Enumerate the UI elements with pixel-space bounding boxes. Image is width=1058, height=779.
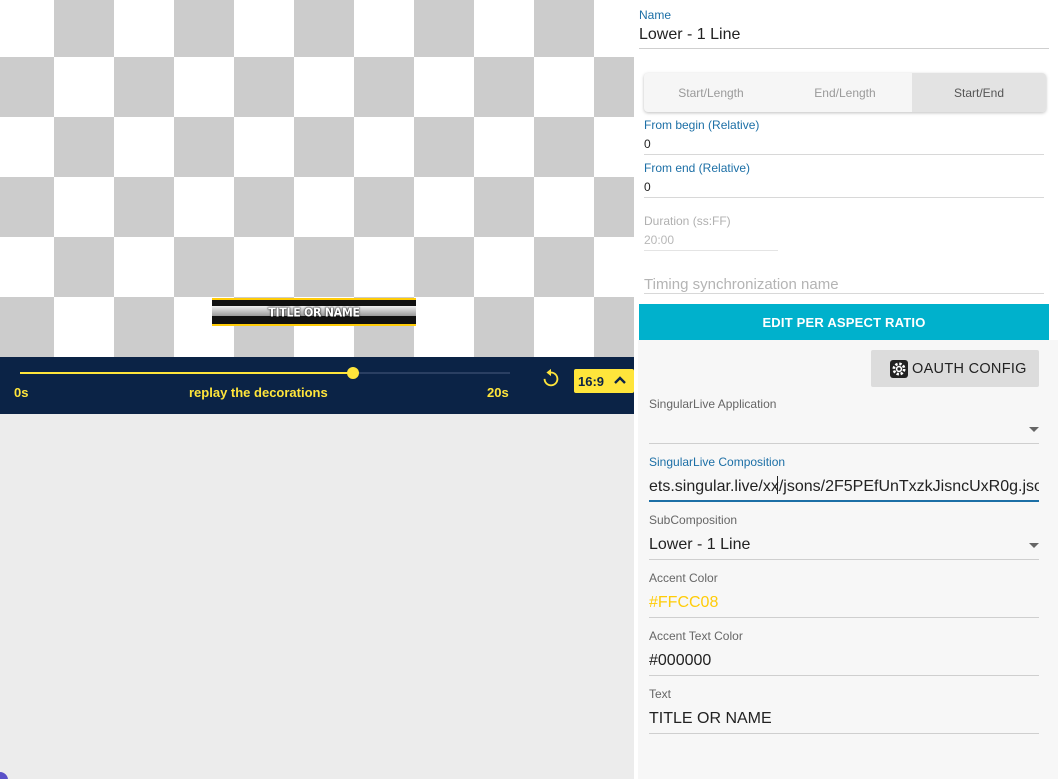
name-underline [639, 48, 1049, 49]
aspect-ratio-button[interactable]: 16:9 [574, 369, 634, 393]
timeline-progress [20, 372, 354, 374]
text-field-underline [649, 733, 1039, 734]
singular-comp-underline [649, 500, 1039, 502]
singular-config-panel: OAUTH CONFIG SingularLive Application Si… [638, 340, 1058, 779]
accent-text-color-input[interactable]: #000000 [649, 652, 1039, 670]
timeline-end-label: 20s [487, 385, 509, 400]
singular-app-underline [649, 443, 1039, 444]
dropdown-caret-icon[interactable] [1029, 427, 1039, 432]
oauth-config-label: OAUTH CONFIG [912, 360, 1027, 377]
timeline-start-label: 0s [14, 385, 29, 400]
from-begin-underline [644, 154, 1044, 155]
replay-icon[interactable] [540, 367, 562, 389]
from-end-input[interactable]: 0 [644, 180, 651, 194]
accent-text-color-label: Accent Text Color [649, 629, 743, 643]
empty-workspace [0, 414, 634, 779]
timeline-thumb[interactable] [347, 367, 360, 379]
preview-canvas: TITLE OR NAME [0, 0, 634, 357]
text-field-input[interactable]: TITLE OR NAME [649, 710, 1039, 728]
subcomp-underline [649, 559, 1039, 560]
app-root: TITLE OR NAME 0s replay the decorations … [0, 0, 1058, 779]
replay-label[interactable]: replay the decorations [189, 385, 328, 400]
timeline-track[interactable] [20, 372, 510, 374]
lower-third-graphic: TITLE OR NAME [212, 298, 416, 326]
duration-label: Duration (ss:FF) [644, 214, 731, 228]
subcomp-label: SubComposition [649, 513, 738, 527]
accent-color-label: Accent Color [649, 571, 718, 585]
singular-comp-label: SingularLive Composition [649, 455, 786, 469]
chevron-up-icon [614, 376, 626, 384]
from-end-underline [644, 197, 1044, 198]
singular-comp-input[interactable]: ets.singular.live/xx/jsons/2F5PEfUnTxzkJ… [649, 478, 1039, 496]
text-field-label: Text [649, 687, 672, 701]
from-begin-label: From begin (Relative) [644, 118, 760, 132]
tab-end-length[interactable]: End/Length [778, 73, 912, 112]
accent-color-input[interactable]: #FFCC08 [649, 594, 1039, 612]
timeline-bar: 0s replay the decorations 20s 16:9 [0, 357, 634, 414]
aspect-ratio-label: 16:9 [578, 373, 605, 389]
singular-app-label: SingularLive Application [649, 397, 777, 411]
name-input[interactable]: Lower - 1 Line [639, 26, 740, 44]
from-end-label: From end (Relative) [644, 161, 751, 175]
duration-underline [644, 250, 778, 251]
timing-sync-input[interactable]: Timing synchronization name [644, 276, 839, 293]
dropdown-caret-icon[interactable] [1029, 543, 1039, 548]
properties-panel: Name Lower - 1 Line Start/Length End/Len… [634, 0, 1058, 779]
timing-mode-toggle: Start/Length End/Length Start/End [644, 73, 1046, 112]
name-label: Name [639, 8, 672, 22]
lower-third-text: TITLE OR NAME [268, 304, 360, 320]
duration-input: 20:00 [644, 233, 675, 247]
accent-text-color-underline [649, 675, 1039, 676]
subcomp-select[interactable]: Lower - 1 Line [649, 536, 1039, 554]
edit-per-aspect-ratio-button[interactable]: EDIT PER ASPECT RATIO [639, 304, 1049, 340]
text-cursor [777, 476, 778, 494]
gear-icon [890, 359, 908, 378]
accent-color-underline [649, 617, 1039, 618]
from-begin-input[interactable]: 0 [644, 137, 651, 151]
tab-start-length[interactable]: Start/Length [644, 73, 778, 112]
tab-start-end[interactable]: Start/End [912, 73, 1046, 112]
timing-sync-underline [644, 293, 1044, 294]
oauth-config-button[interactable]: OAUTH CONFIG [871, 350, 1039, 387]
